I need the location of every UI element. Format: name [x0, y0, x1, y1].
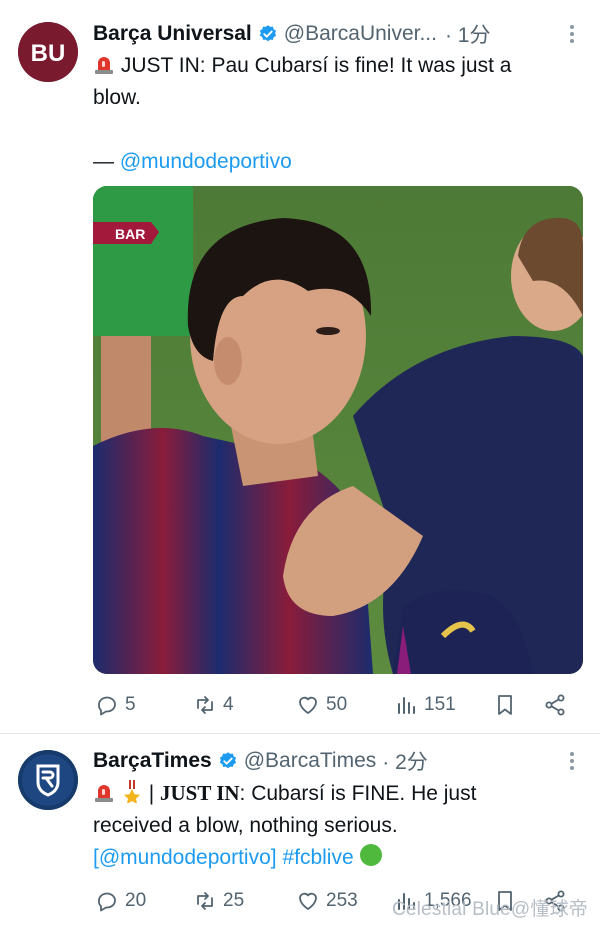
tweet-text: JUST IN: Pau Cubarsí is fine! It was jus…: [93, 50, 576, 178]
reply-button[interactable]: 20: [95, 885, 146, 917]
share-icon: [545, 694, 565, 716]
tweet-actions: 5 4 50 151: [93, 689, 578, 721]
bookmark-button[interactable]: [493, 689, 517, 721]
views-button[interactable]: 151: [394, 689, 456, 721]
author-handle[interactable]: @BarcaTimes: [244, 749, 377, 773]
more-options-icon[interactable]: [560, 20, 584, 48]
avatar-barca-universal[interactable]: BU: [18, 22, 78, 82]
retweet-icon: [197, 696, 213, 714]
tweet-barca-universal[interactable]: BU Barça Universal @BarcaUniver... · 1分 …: [0, 0, 600, 733]
siren-emoji-icon: [95, 785, 113, 802]
tweet-time[interactable]: · 2分: [382, 746, 428, 776]
tweet-time[interactable]: · 1分: [445, 19, 491, 49]
like-button[interactable]: 253: [296, 885, 358, 917]
verified-badge-icon: [259, 25, 276, 42]
tweet-header: Barça Universal @BarcaUniver... · 1分: [93, 20, 580, 48]
avatar-barcatimes[interactable]: [18, 750, 78, 810]
views-chart-icon: [398, 697, 415, 714]
tweet-line: : Cubarsí is FINE. He just: [239, 782, 477, 805]
watermark: Celestial Blue@懂球帝: [391, 899, 588, 920]
reply-button[interactable]: 5: [95, 689, 136, 721]
green-circle-emoji-icon: [360, 844, 383, 866]
heart-icon: [299, 892, 317, 910]
share-button[interactable]: [543, 689, 567, 721]
author-name[interactable]: BarçaTimes: [93, 749, 212, 773]
retweet-count: 4: [223, 694, 234, 715]
author-handle[interactable]: @BarcaUniver...: [284, 22, 437, 46]
like-button[interactable]: 50: [296, 689, 347, 721]
reply-icon: [98, 696, 116, 716]
retweet-count: 25: [223, 890, 245, 911]
like-count: 50: [326, 694, 348, 715]
tweet-line: JUST IN: Pau Cubarsí is fine! It was jus…: [120, 54, 512, 77]
tweet-photo[interactable]: BAR: [93, 186, 583, 674]
shield-logo-icon: [18, 750, 78, 810]
hashtag-link[interactable]: #fcblive: [282, 846, 353, 869]
reply-count: 20: [125, 890, 147, 911]
player-photo-illustration: BAR: [93, 186, 583, 674]
heart-icon: [299, 696, 317, 714]
more-options-icon[interactable]: [560, 747, 584, 775]
siren-emoji-icon: [95, 57, 113, 74]
retweet-icon: [197, 892, 213, 910]
tweet-line: blow.: [93, 86, 141, 109]
reply-icon: [98, 892, 116, 912]
author-name[interactable]: Barça Universal: [93, 22, 252, 46]
retweet-button[interactable]: 4: [193, 689, 234, 721]
like-count: 253: [326, 890, 358, 911]
view-count: 151: [424, 694, 456, 715]
verified-badge-icon: [219, 752, 236, 769]
mention-link[interactable]: [@mundodeportivo]: [93, 846, 277, 869]
reply-count: 5: [125, 694, 136, 715]
tweet-header: BarçaTimes @BarcaTimes · 2分: [93, 747, 580, 775]
tweet-text: | JUST IN: Cubarsí is FINE. He just rece…: [93, 780, 477, 869]
bu-logo-icon: BU: [18, 22, 78, 82]
tweet-line: received a blow, nothing serious.: [93, 814, 398, 837]
scoreboard-badge: BAR: [115, 226, 145, 242]
medal-emoji-icon: [123, 780, 141, 803]
mention-link[interactable]: @mundodeportivo: [120, 150, 292, 173]
retweet-button[interactable]: 25: [193, 885, 244, 917]
source-prefix: —: [93, 150, 120, 173]
svg-text:BU: BU: [31, 40, 66, 67]
bookmark-icon: [498, 695, 512, 715]
bold-heading: JUST IN: [159, 781, 240, 805]
